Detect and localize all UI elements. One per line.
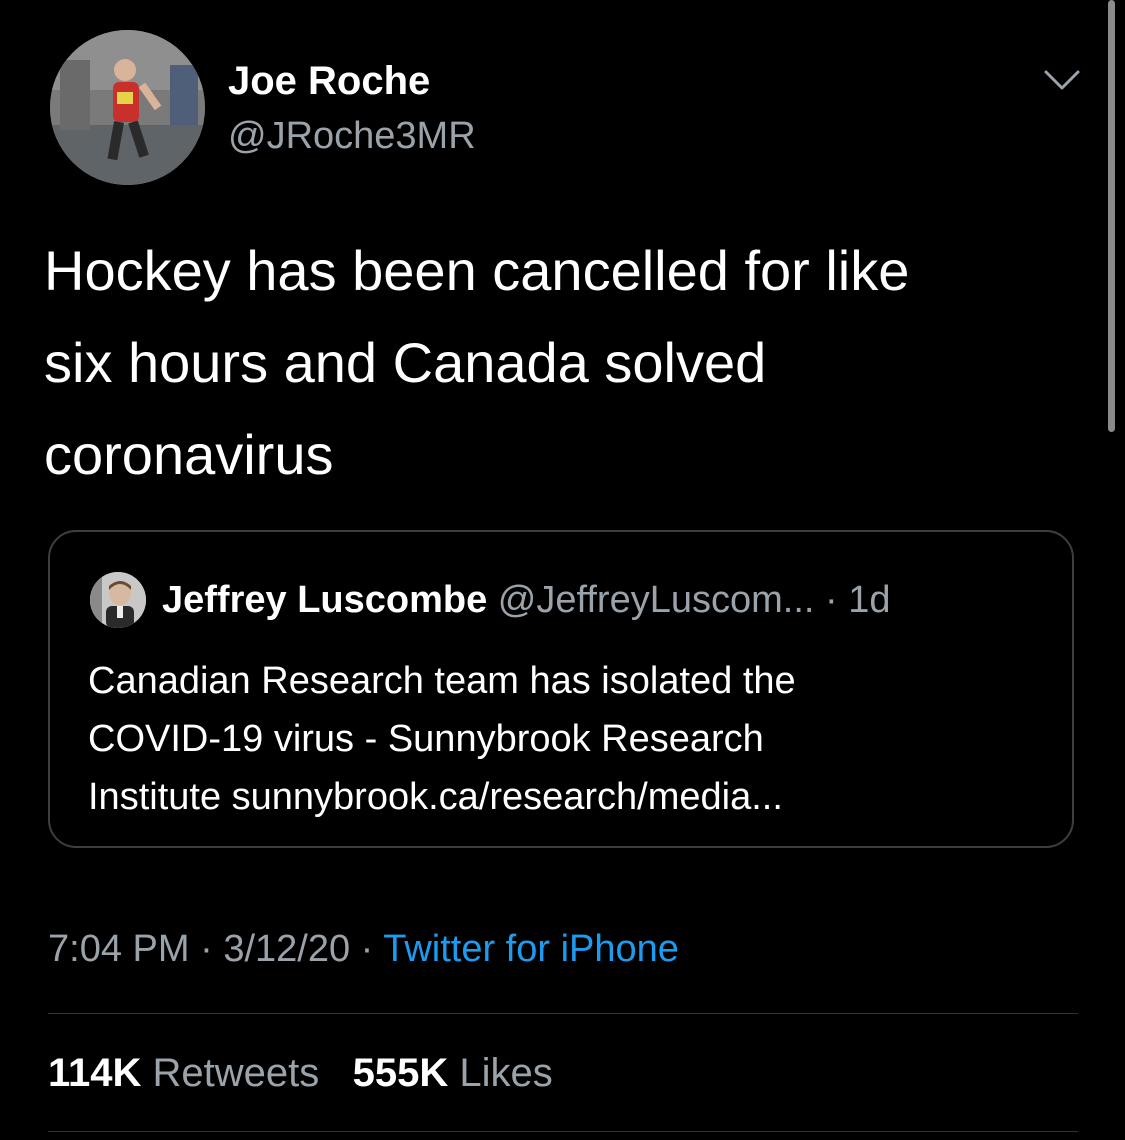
tweet-source-link[interactable]: Twitter for iPhone [383, 928, 679, 970]
likes-count: 555K [352, 1051, 449, 1095]
likes-label: Likes [459, 1051, 553, 1095]
quoted-tweet-time: · 1d [825, 579, 891, 621]
chevron-down-icon[interactable] [1042, 66, 1082, 96]
tweet-text: Hockey has been cancelled for like six h… [44, 239, 910, 486]
quoted-author-avatar [90, 572, 146, 628]
likes-stat[interactable]: 555K Likes [353, 1051, 553, 1095]
avatar-photo [50, 30, 205, 185]
tweet-stats: 114K Retweets 555K Likes [48, 1048, 553, 1098]
tweet-time: 7:04 PM [48, 928, 190, 970]
tweet-meta: 7:04 PM · 3/12/20 · Twitter for iPhone [48, 924, 679, 974]
meta-separator: · [350, 928, 384, 970]
tweet-date: 3/12/20 [223, 928, 351, 970]
quoted-tweet-card[interactable]: Jeffrey Luscombe @JeffreyLuscom... · 1d … [48, 530, 1074, 848]
retweets-stat[interactable]: 114K Retweets [48, 1051, 330, 1095]
quoted-tweet-text: Canadian Research team has isolated the … [88, 660, 796, 818]
retweets-label: Retweets [152, 1051, 320, 1095]
quoted-avatar-photo [90, 572, 146, 628]
scrollbar[interactable] [1108, 0, 1115, 432]
quoted-tweet-header: Jeffrey Luscombe @JeffreyLuscom... · 1d [162, 576, 891, 624]
quoted-author-name: Jeffrey Luscombe [162, 579, 488, 621]
author-avatar[interactable] [50, 30, 205, 185]
meta-separator: · [189, 928, 224, 970]
divider [48, 1131, 1078, 1132]
divider [48, 1013, 1078, 1014]
quoted-author-handle: @JeffreyLuscom... [497, 579, 815, 621]
author-handle[interactable]: @JRoche3MR [228, 113, 476, 159]
author-name[interactable]: Joe Roche [228, 57, 430, 105]
retweets-count: 114K [48, 1051, 142, 1095]
